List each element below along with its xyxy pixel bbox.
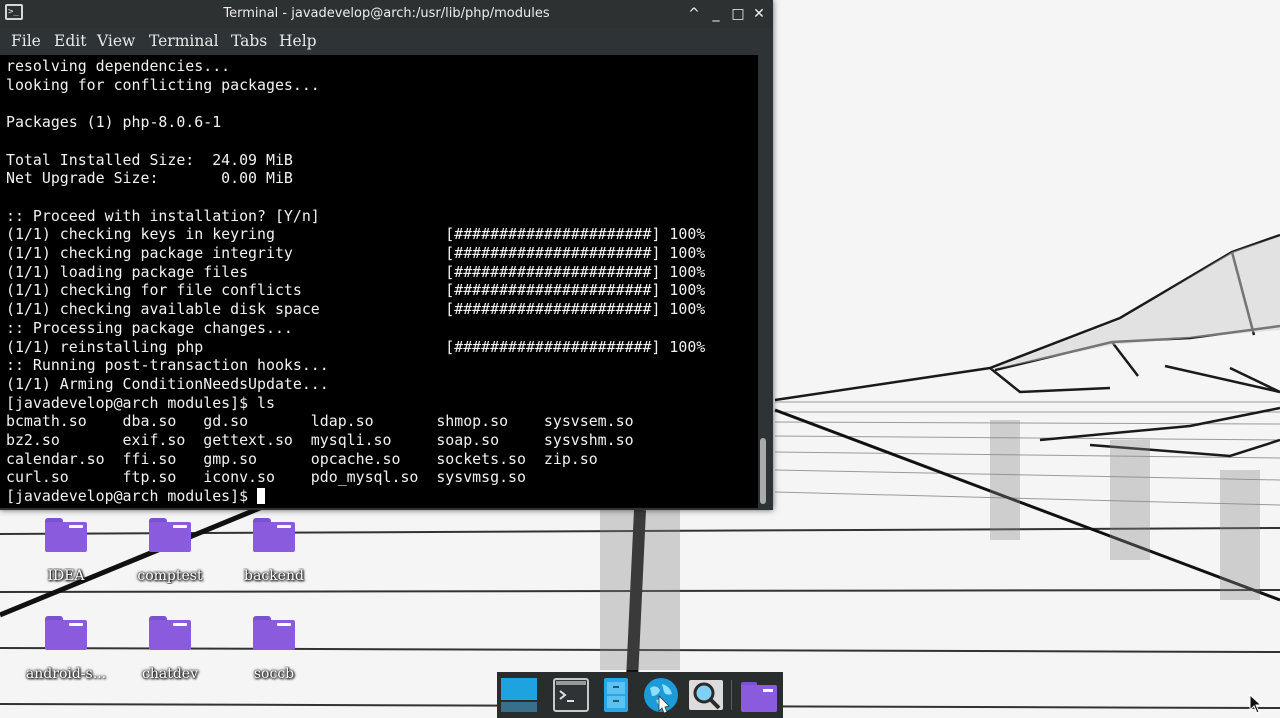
desktop-icon-label: android-s... bbox=[25, 666, 107, 682]
dock-panel bbox=[497, 672, 783, 718]
app-finder-launcher[interactable] bbox=[687, 676, 725, 714]
desktop-icon-soccb[interactable]: soccb bbox=[222, 614, 326, 696]
terminal-line: calendar.so ffi.so gmp.so opcache.so soc… bbox=[6, 449, 598, 468]
desktop-icon-label: IDEA bbox=[47, 568, 85, 584]
folder-icon bbox=[149, 616, 191, 650]
maximize-button[interactable]: □ bbox=[728, 4, 748, 24]
desktop-icon-label: soccb bbox=[253, 666, 295, 682]
file-manager-launcher[interactable] bbox=[597, 676, 635, 714]
window-shade-button[interactable]: ^ bbox=[684, 4, 704, 24]
terminal-output[interactable]: resolving dependencies... looking for co… bbox=[0, 55, 758, 508]
terminal-line: :: Proceed with installation? [Y/n] bbox=[6, 206, 320, 225]
menu-tabs[interactable]: Tabs bbox=[231, 28, 267, 55]
mouse-pointer-icon bbox=[1249, 694, 1263, 714]
desktop-icon-idea[interactable]: IDEA bbox=[14, 516, 118, 598]
minimize-button[interactable]: _ bbox=[706, 4, 726, 24]
folder-icon bbox=[741, 682, 777, 712]
menu-help[interactable]: Help bbox=[279, 28, 317, 55]
terminal-icon bbox=[553, 678, 589, 712]
desktop-icon-label: backend bbox=[244, 568, 304, 584]
minimize-icon: _ bbox=[712, 6, 720, 22]
terminal-scrollbar[interactable] bbox=[758, 55, 773, 508]
terminal-line: (1/1) checking keys in keyring [########… bbox=[6, 225, 706, 244]
close-button[interactable]: ✕ bbox=[749, 4, 769, 24]
menu-terminal[interactable]: Terminal bbox=[149, 28, 219, 55]
folder-icon bbox=[149, 518, 191, 552]
chevron-up-icon: ^ bbox=[688, 6, 700, 22]
terminal-line: :: Running post-transaction hooks... bbox=[6, 356, 329, 375]
show-desktop-icon bbox=[501, 678, 537, 712]
window-title: Terminal - javadevelop@arch:/usr/lib/php… bbox=[223, 6, 550, 21]
magnifier-icon bbox=[689, 680, 723, 710]
desktop-icon-label: comptest bbox=[137, 568, 203, 584]
terminal-text: resolving dependencies... looking for co… bbox=[0, 55, 758, 506]
terminal-line: curl.so ftp.so iconv.so pdo_mysql.so sys… bbox=[6, 468, 526, 487]
terminal-line: (1/1) checking for file conflicts [#####… bbox=[6, 281, 706, 300]
menu-edit[interactable]: Edit bbox=[54, 28, 86, 55]
text-cursor bbox=[257, 488, 266, 505]
terminal-line: (1/1) Arming ConditionNeedsUpdate... bbox=[6, 374, 329, 393]
title-bar[interactable]: >_ Terminal - javadevelop@arch:/usr/lib/… bbox=[0, 0, 773, 29]
show-desktop-button[interactable] bbox=[500, 676, 538, 714]
terminal-launcher[interactable] bbox=[552, 676, 590, 714]
terminal-line: [javadevelop@arch modules]$ ls bbox=[6, 393, 275, 412]
folder-icon bbox=[253, 518, 295, 552]
desktop-icon-comptest[interactable]: comptest bbox=[118, 516, 222, 598]
web-browser-launcher[interactable] bbox=[642, 676, 680, 714]
dock-separator bbox=[731, 680, 732, 710]
terminal-line: looking for conflicting packages... bbox=[6, 75, 320, 94]
menu-view[interactable]: View bbox=[97, 28, 135, 55]
terminal-line: Net Upgrade Size: 0.00 MiB bbox=[6, 169, 293, 188]
folder-icon bbox=[45, 518, 87, 552]
globe-icon bbox=[644, 678, 678, 714]
terminal-line: bcmath.so dba.so gd.so ldap.so shmop.so … bbox=[6, 412, 634, 431]
terminal-line: (1/1) checking available disk space [###… bbox=[6, 300, 706, 319]
terminal-window[interactable]: >_ Terminal - javadevelop@arch:/usr/lib/… bbox=[0, 0, 773, 510]
menu-file[interactable]: File bbox=[11, 28, 41, 55]
home-folder-launcher[interactable] bbox=[739, 676, 777, 714]
terminal-line: Total Installed Size: 24.09 MiB bbox=[6, 150, 293, 169]
folder-icon bbox=[253, 616, 295, 650]
file-cabinet-icon bbox=[604, 678, 628, 712]
terminal-lines: resolving dependencies... looking for co… bbox=[6, 57, 705, 486]
desktop-icon-chatdev[interactable]: chatdev bbox=[118, 614, 222, 696]
scrollbar-thumb[interactable] bbox=[760, 438, 766, 504]
menu-bar: File Edit View Terminal Tabs Help bbox=[0, 28, 773, 55]
desktop-icon-backend[interactable]: backend bbox=[222, 516, 326, 598]
maximize-icon: □ bbox=[731, 6, 745, 22]
close-icon: ✕ bbox=[753, 6, 765, 22]
terminal-line: bz2.so exif.so gettext.so mysqli.so soap… bbox=[6, 431, 634, 450]
terminal-line: resolving dependencies... bbox=[6, 57, 231, 75]
terminal-line: (1/1) reinstalling php [################… bbox=[6, 337, 706, 356]
terminal-line: (1/1) loading package files [###########… bbox=[6, 262, 706, 281]
folder-icon bbox=[45, 616, 87, 650]
desktop-icon-label: chatdev bbox=[142, 666, 198, 682]
desktop-icon-android-studio[interactable]: android-s... bbox=[14, 614, 118, 696]
terminal-line: Packages (1) php-8.0.6-1 bbox=[6, 113, 222, 132]
shell-prompt: [javadevelop@arch modules]$ bbox=[6, 487, 258, 506]
terminal-line: (1/1) checking package integrity [######… bbox=[6, 244, 706, 263]
terminal-line: :: Processing package changes... bbox=[6, 318, 293, 337]
